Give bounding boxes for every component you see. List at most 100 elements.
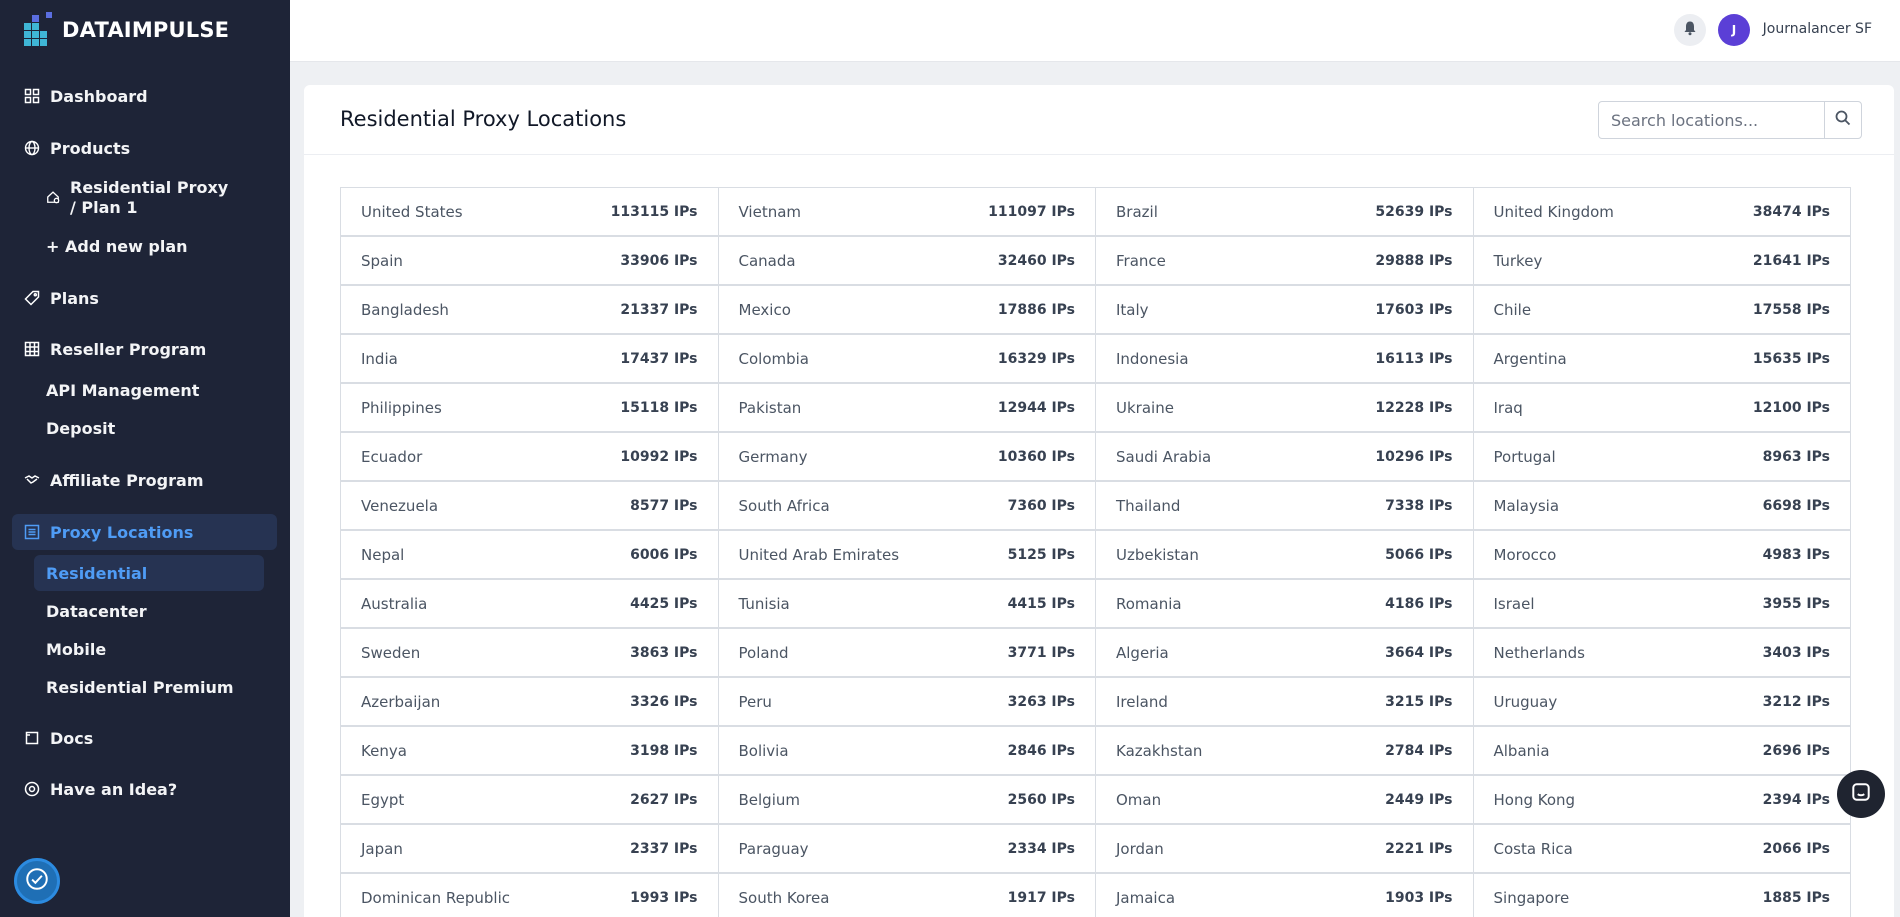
location-cell[interactable]: Ecuador 10992 IPs	[340, 432, 719, 481]
sidebar-item-mobile[interactable]: Mobile	[34, 631, 264, 667]
location-cell[interactable]: Ukraine 12228 IPs	[1095, 383, 1474, 432]
location-country: Uruguay	[1493, 692, 1558, 711]
location-cell[interactable]: Pakistan 12944 IPs	[717, 383, 1096, 432]
location-country: United Kingdom	[1493, 202, 1614, 221]
location-cell[interactable]: Japan 2337 IPs	[340, 824, 719, 873]
sidebar-item-reseller-program[interactable]: Reseller Program	[12, 331, 277, 367]
location-cell[interactable]: Hong Kong 2394 IPs	[1472, 775, 1851, 824]
sidebar-item-dashboard[interactable]: Dashboard	[12, 78, 277, 114]
location-cell[interactable]: France 29888 IPs	[1095, 236, 1474, 285]
location-cell[interactable]: Chile 17558 IPs	[1472, 285, 1851, 334]
location-ip-count: 32460 IPs	[997, 252, 1075, 269]
location-cell[interactable]: Ireland 3215 IPs	[1095, 677, 1474, 726]
sidebar-item-residential-premium[interactable]: Residential Premium	[34, 669, 264, 705]
location-cell[interactable]: Oman 2449 IPs	[1095, 775, 1474, 824]
location-cell[interactable]: Bolivia 2846 IPs	[717, 726, 1096, 775]
sidebar-item-deposit[interactable]: Deposit	[34, 410, 264, 446]
location-cell[interactable]: Venezuela 8577 IPs	[340, 481, 719, 530]
location-cell[interactable]: Germany 10360 IPs	[717, 432, 1096, 481]
location-cell[interactable]: Mexico 17886 IPs	[717, 285, 1096, 334]
location-ip-count: 10992 IPs	[620, 448, 698, 465]
username[interactable]: Journalancer SF	[1763, 21, 1872, 37]
location-cell[interactable]: Vietnam 111097 IPs	[717, 187, 1096, 236]
location-country: Costa Rica	[1493, 839, 1573, 858]
location-cell[interactable]: Indonesia 16113 IPs	[1095, 334, 1474, 383]
sidebar-item-products[interactable]: Products	[12, 130, 277, 166]
location-cell[interactable]: Kazakhstan 2784 IPs	[1095, 726, 1474, 775]
location-cell[interactable]: Italy 17603 IPs	[1095, 285, 1474, 334]
location-cell[interactable]: Thailand 7338 IPs	[1095, 481, 1474, 530]
location-cell[interactable]: Iraq 12100 IPs	[1472, 383, 1851, 432]
location-cell[interactable]: Morocco 4983 IPs	[1472, 530, 1851, 579]
location-ip-count: 3863 IPs	[630, 644, 698, 661]
location-cell[interactable]: Sweden 3863 IPs	[340, 628, 719, 677]
sidebar-item-have-an-idea[interactable]: Have an Idea?	[12, 771, 277, 807]
sidebar-item-affiliate-program[interactable]: Affiliate Program	[12, 462, 277, 498]
location-cell[interactable]: Azerbaijan 3326 IPs	[340, 677, 719, 726]
location-cell[interactable]: Costa Rica 2066 IPs	[1472, 824, 1851, 873]
location-cell[interactable]: Romania 4186 IPs	[1095, 579, 1474, 628]
brand-logo[interactable]: DATAIMPULSE	[24, 12, 229, 48]
sidebar-item-datacenter[interactable]: Datacenter	[34, 593, 264, 629]
location-cell[interactable]: Singapore 1885 IPs	[1472, 873, 1851, 917]
location-cell[interactable]: Philippines 15118 IPs	[340, 383, 719, 432]
location-cell[interactable]: Belgium 2560 IPs	[717, 775, 1096, 824]
chat-button[interactable]	[1837, 770, 1885, 818]
location-cell[interactable]: Uzbekistan 5066 IPs	[1095, 530, 1474, 579]
location-cell[interactable]: Jordan 2221 IPs	[1095, 824, 1474, 873]
location-country: Saudi Arabia	[1116, 447, 1212, 466]
location-cell[interactable]: South Korea 1917 IPs	[717, 873, 1096, 917]
location-cell[interactable]: Egypt 2627 IPs	[340, 775, 719, 824]
tag-icon	[24, 290, 40, 306]
location-cell[interactable]: South Africa 7360 IPs	[717, 481, 1096, 530]
sidebar-item-label: Have an Idea?	[50, 779, 178, 799]
sidebar-item-residential[interactable]: Residential	[34, 555, 264, 591]
location-cell[interactable]: Uruguay 3212 IPs	[1472, 677, 1851, 726]
location-cell[interactable]: United States 113115 IPs	[340, 187, 719, 236]
location-cell[interactable]: Canada 32460 IPs	[717, 236, 1096, 285]
location-cell[interactable]: Spain 33906 IPs	[340, 236, 719, 285]
sidebar-item-proxy-locations[interactable]: Proxy Locations	[12, 514, 277, 550]
add-plan-button[interactable]: + Add new plan	[34, 228, 264, 264]
location-cell[interactable]: Israel 3955 IPs	[1472, 579, 1851, 628]
location-cell[interactable]: United Kingdom 38474 IPs	[1472, 187, 1851, 236]
sidebar-item-label: + Add new plan	[46, 236, 188, 256]
location-country: Poland	[738, 643, 789, 662]
location-cell[interactable]: India 17437 IPs	[340, 334, 719, 383]
cookie-settings-button[interactable]	[14, 858, 60, 904]
location-cell[interactable]: Argentina 15635 IPs	[1472, 334, 1851, 383]
location-cell[interactable]: Australia 4425 IPs	[340, 579, 719, 628]
notifications-button[interactable]	[1674, 14, 1706, 46]
avatar[interactable]: J	[1718, 14, 1750, 46]
search-button[interactable]	[1824, 102, 1861, 138]
location-cell[interactable]: Tunisia 4415 IPs	[717, 579, 1096, 628]
location-country: Albania	[1493, 741, 1550, 760]
location-cell[interactable]: Portugal 8963 IPs	[1472, 432, 1851, 481]
location-cell[interactable]: Peru 3263 IPs	[717, 677, 1096, 726]
location-cell[interactable]: United Arab Emirates 5125 IPs	[717, 530, 1096, 579]
sidebar-item-docs[interactable]: Docs	[12, 720, 277, 756]
location-cell[interactable]: Kenya 3198 IPs	[340, 726, 719, 775]
search-input[interactable]	[1599, 102, 1824, 138]
location-cell[interactable]: Saudi Arabia 10296 IPs	[1095, 432, 1474, 481]
location-cell[interactable]: Nepal 6006 IPs	[340, 530, 719, 579]
location-cell[interactable]: Jamaica 1903 IPs	[1095, 873, 1474, 917]
location-ip-count: 3664 IPs	[1385, 644, 1453, 661]
location-cell[interactable]: Poland 3771 IPs	[717, 628, 1096, 677]
location-cell[interactable]: Algeria 3664 IPs	[1095, 628, 1474, 677]
location-cell[interactable]: Bangladesh 21337 IPs	[340, 285, 719, 334]
location-cell[interactable]: Albania 2696 IPs	[1472, 726, 1851, 775]
location-cell[interactable]: Paraguay 2334 IPs	[717, 824, 1096, 873]
location-cell[interactable]: Brazil 52639 IPs	[1095, 187, 1474, 236]
sidebar-item-plans[interactable]: Plans	[12, 280, 277, 316]
location-cell[interactable]: Colombia 16329 IPs	[717, 334, 1096, 383]
location-cell[interactable]: Netherlands 3403 IPs	[1472, 628, 1851, 677]
location-cell[interactable]: Turkey 21641 IPs	[1472, 236, 1851, 285]
location-cell[interactable]: Malaysia 6698 IPs	[1472, 481, 1851, 530]
location-country: Sweden	[361, 643, 421, 662]
sidebar-item-api-management[interactable]: API Management	[34, 372, 264, 408]
location-ip-count: 5066 IPs	[1385, 546, 1453, 563]
sidebar-item-residential-proxy-plan[interactable]: Residential Proxy / Plan 1	[34, 178, 264, 218]
location-country: Australia	[361, 594, 428, 613]
location-cell[interactable]: Dominican Republic 1993 IPs	[340, 873, 719, 917]
